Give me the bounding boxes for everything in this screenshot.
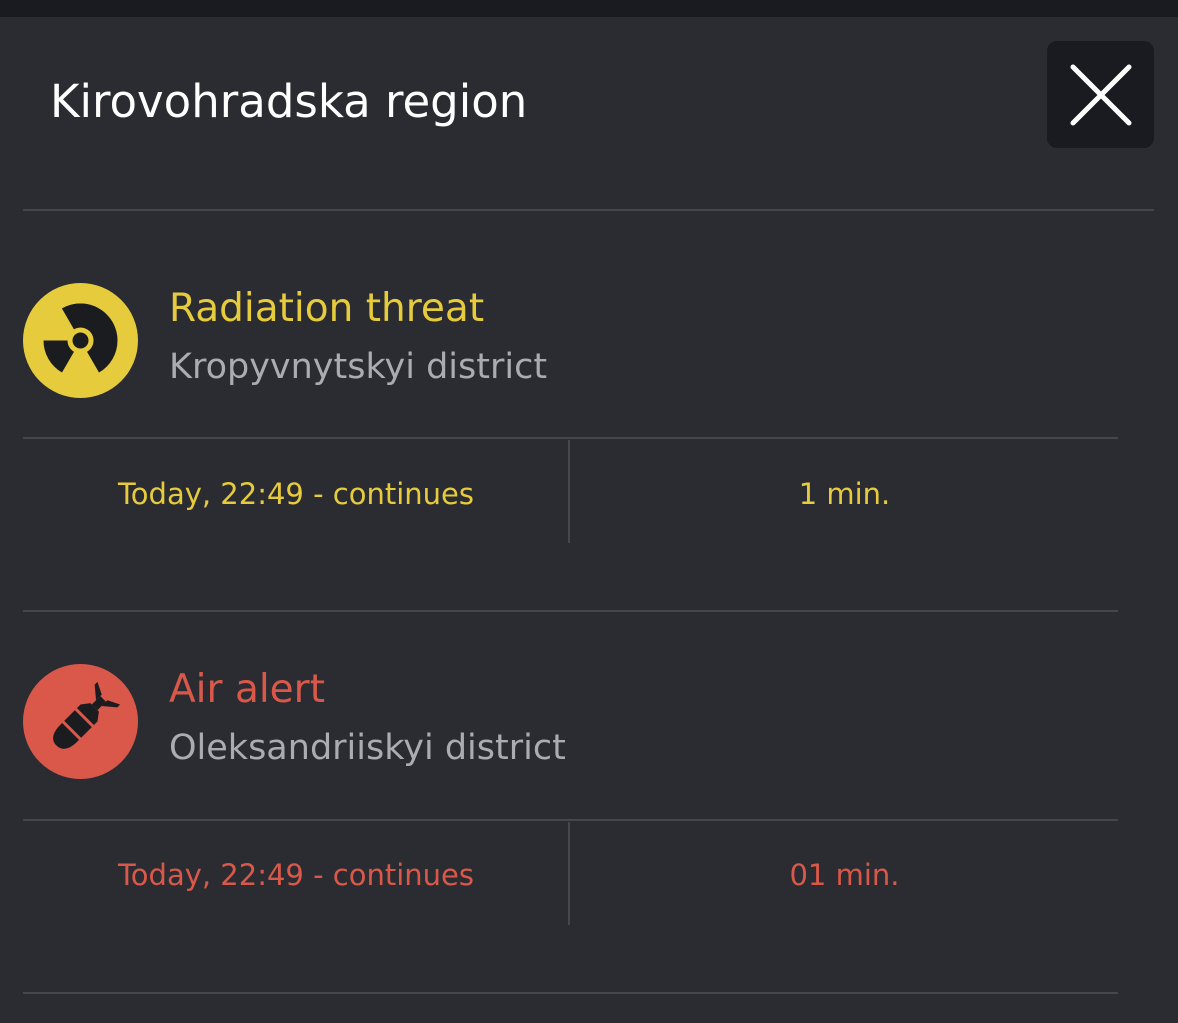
region-title: Kirovohradska region [50, 75, 528, 128]
alert-time: Today, 22:49 - continues [118, 477, 474, 511]
alert-time: Today, 22:49 - continues [118, 858, 474, 892]
alert-divider [23, 437, 1118, 439]
alert-type: Air alert [169, 667, 325, 712]
header-divider [23, 209, 1154, 211]
close-button[interactable] [1047, 41, 1154, 148]
section-divider [23, 610, 1118, 612]
top-bar [0, 0, 1178, 17]
missile-icon [23, 664, 138, 779]
radiation-icon [23, 283, 138, 398]
alert-district: Oleksandriiskyi district [169, 728, 566, 768]
close-icon [1070, 64, 1131, 125]
alert-divider [23, 819, 1118, 821]
alert-duration: 01 min. [789, 858, 900, 892]
section-divider [23, 992, 1118, 994]
alert-type: Radiation threat [169, 286, 485, 331]
alert-duration: 1 min. [798, 477, 891, 511]
alert-district: Kropyvnytskyi district [169, 347, 548, 387]
